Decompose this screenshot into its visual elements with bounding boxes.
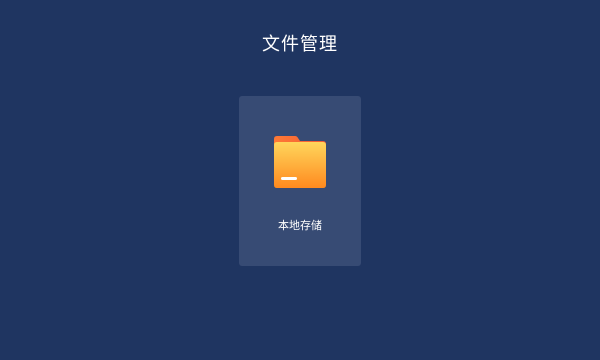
page-title: 文件管理 bbox=[262, 34, 338, 55]
file-manager-screen: 文件管理 本地存储 bbox=[0, 0, 600, 360]
local-storage-card[interactable]: 本地存储 bbox=[239, 96, 361, 266]
local-storage-label: 本地存储 bbox=[278, 219, 322, 232]
folder-icon bbox=[271, 133, 329, 191]
